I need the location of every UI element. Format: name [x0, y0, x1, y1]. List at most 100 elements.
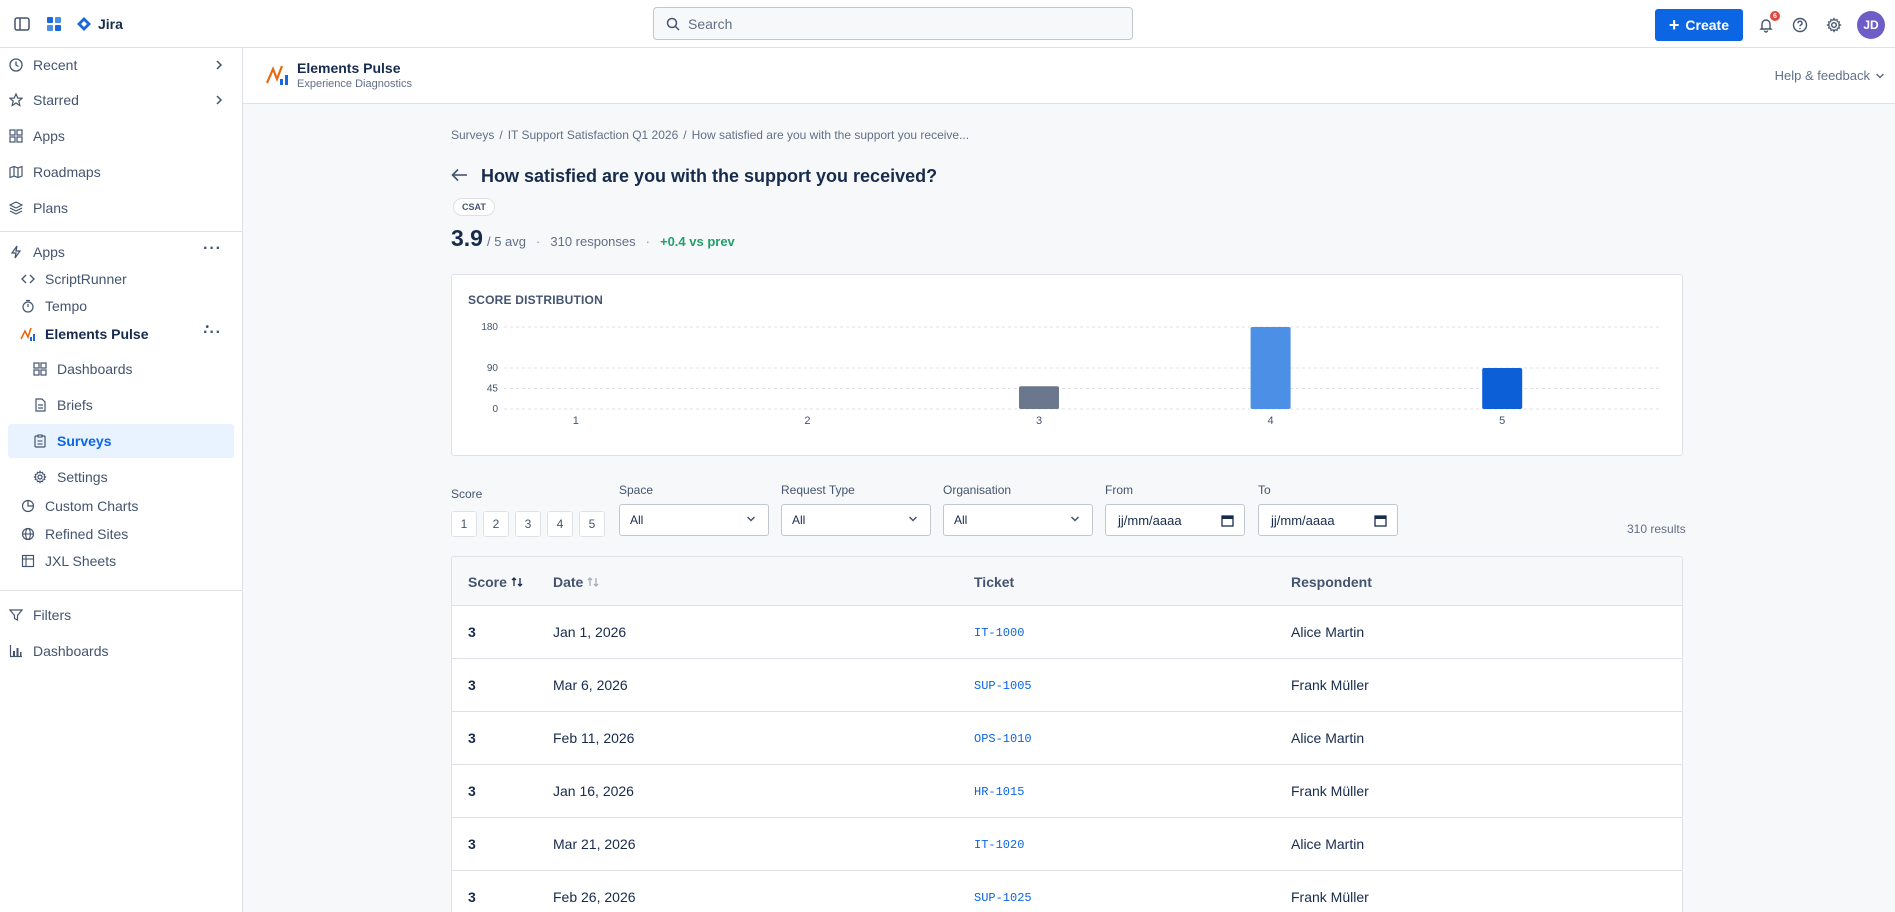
- more-icon[interactable]: ···: [203, 324, 222, 342]
- score-pill-5[interactable]: 5: [579, 511, 605, 537]
- table-row[interactable]: 3 Mar 6, 2026 SUP-1005 Frank Müller: [452, 659, 1682, 712]
- table-row[interactable]: 3 Mar 21, 2026 IT-1020 Alice Martin: [452, 818, 1682, 871]
- sidebar-item-starred[interactable]: Starred: [0, 83, 234, 117]
- more-icon[interactable]: ···: [203, 240, 222, 258]
- score-distribution-card: SCORE DISTRIBUTION 0 45 90 180 1 2 3 4 5: [451, 274, 1683, 456]
- sidebar-item-label: Plans: [33, 200, 69, 216]
- help-feedback-button[interactable]: Help & feedback: [1775, 68, 1885, 83]
- sidebar-item-label: Surveys: [57, 433, 112, 449]
- question-type-badge: CSAT: [453, 198, 495, 216]
- ticket-link[interactable]: OPS-1010: [974, 732, 1032, 746]
- sidebar-item-plans[interactable]: Plans: [0, 191, 234, 225]
- space-select[interactable]: All: [619, 504, 769, 536]
- score-pill-2[interactable]: 2: [483, 511, 509, 537]
- sidebar-item-scriptrunner[interactable]: ScriptRunner: [0, 264, 234, 294]
- cell-score: 3: [468, 624, 476, 640]
- sidebar-item-settings[interactable]: Settings: [0, 460, 234, 494]
- search-placeholder: Search: [688, 15, 733, 32]
- sidebar-toggle-icon[interactable]: [8, 10, 36, 38]
- ticket-link[interactable]: IT-1000: [974, 626, 1024, 640]
- sidebar-item-briefs[interactable]: Briefs: [0, 388, 234, 422]
- cell-respondent: Frank Müller: [1291, 783, 1369, 799]
- sidebar-item-dashboards-bottom[interactable]: Dashboards: [0, 634, 234, 668]
- chevron-down-icon: [908, 516, 918, 522]
- document-icon: [32, 397, 48, 413]
- bar-score-4[interactable]: [1250, 327, 1291, 409]
- avatar[interactable]: JD: [1857, 11, 1885, 39]
- calendar-icon[interactable]: [1374, 514, 1387, 527]
- score-pill-4[interactable]: 4: [547, 511, 573, 537]
- top-navigation: Jira Search + Create 6 JD: [0, 0, 1895, 48]
- request-type-select[interactable]: All: [781, 504, 931, 536]
- sidebar-item-label: Settings: [57, 469, 108, 485]
- chevron-down-icon: [746, 516, 756, 522]
- sidebar-item-label: Recent: [33, 57, 78, 73]
- ticket-link[interactable]: SUP-1005: [974, 679, 1032, 693]
- sidebar-item-filters[interactable]: Filters: [0, 598, 234, 632]
- table-row[interactable]: 3 Feb 11, 2026 OPS-1010 Alice Martin: [452, 712, 1682, 765]
- calendar-icon[interactable]: [1221, 514, 1234, 527]
- sidebar-item-custom-charts[interactable]: Custom Charts: [0, 491, 234, 521]
- sidebar-item-label: Dashboards: [33, 643, 109, 659]
- breadcrumb-surveys[interactable]: Surveys: [451, 128, 494, 142]
- table-row[interactable]: 3 Feb 26, 2026 SUP-1025 Frank Müller: [452, 871, 1682, 912]
- bar-score-5[interactable]: [1482, 368, 1523, 409]
- settings-button[interactable]: [1823, 14, 1845, 36]
- cell-score: 3: [468, 677, 476, 693]
- chevron-right-icon: [214, 58, 224, 74]
- apps-grid-icon: [8, 128, 24, 144]
- chevron-right-icon: [214, 93, 224, 109]
- breadcrumb-survey[interactable]: IT Support Satisfaction Q1 2026: [508, 128, 679, 142]
- responses-table: Score Date Ticket Respondent 3 Jan 1, 20…: [451, 556, 1683, 912]
- from-date-input[interactable]: jj/mm/aaaa: [1105, 504, 1245, 536]
- ticket-link[interactable]: SUP-1025: [974, 891, 1032, 905]
- cell-respondent: Alice Martin: [1291, 624, 1365, 640]
- search-input[interactable]: Search: [653, 7, 1133, 40]
- column-header-label: Score: [468, 574, 507, 590]
- organisation-select[interactable]: All: [943, 504, 1093, 536]
- table-row[interactable]: 3 Jan 16, 2026 HR-1015 Frank Müller: [452, 765, 1682, 818]
- to-date-input[interactable]: jj/mm/aaaa: [1258, 504, 1398, 536]
- score-pill-1[interactable]: 1: [451, 511, 477, 537]
- dot-separator: ·: [645, 234, 650, 249]
- cell-date: Feb 26, 2026: [553, 889, 636, 905]
- ticket-link[interactable]: IT-1020: [974, 838, 1024, 852]
- sidebar-item-surveys[interactable]: Surveys: [8, 424, 234, 458]
- score-pill-3[interactable]: 3: [515, 511, 541, 537]
- space-filter-label: Space: [619, 483, 654, 497]
- sidebar-item-apps[interactable]: Apps: [0, 119, 234, 153]
- sidebar-item-tempo[interactable]: Tempo: [0, 291, 234, 321]
- sidebar-item-recent[interactable]: Recent: [0, 48, 234, 82]
- sidebar-item-elements-pulse[interactable]: Elements Pulse • ···: [0, 318, 234, 350]
- table-row[interactable]: 3 Jan 1, 2026 IT-1000 Alice Martin: [452, 606, 1682, 659]
- create-button[interactable]: + Create: [1654, 9, 1743, 41]
- notifications-button[interactable]: 6: [1755, 11, 1780, 36]
- cell-date: Feb 11, 2026: [553, 730, 635, 746]
- sidebar-item-refined-sites[interactable]: Refined Sites: [0, 519, 234, 549]
- jira-logo[interactable]: Jira: [76, 16, 123, 32]
- timer-icon: [20, 298, 36, 314]
- column-header-date[interactable]: Date: [553, 574, 599, 590]
- ticket-link[interactable]: HR-1015: [974, 785, 1024, 799]
- lightning-icon: [8, 244, 24, 260]
- dashboard-icon: [32, 361, 48, 377]
- clipboard-icon: [32, 433, 48, 449]
- to-date-value: jj/mm/aaaa: [1271, 512, 1335, 528]
- notification-count-badge: 6: [1770, 11, 1780, 21]
- sidebar-item-roadmaps[interactable]: Roadmaps: [0, 155, 234, 189]
- app-switcher-icon[interactable]: [40, 10, 68, 38]
- sidebar-item-label: Tempo: [45, 298, 88, 314]
- column-header-score[interactable]: Score: [468, 574, 523, 590]
- sidebar-item-dashboards[interactable]: Dashboards: [0, 352, 234, 386]
- sidebar-divider: [0, 231, 243, 232]
- sidebar-item-jxl-sheets[interactable]: JXL Sheets: [0, 546, 234, 576]
- y-tick-label: 45: [487, 384, 499, 395]
- sidebar-item-label: ScriptRunner: [45, 271, 127, 287]
- help-button[interactable]: [1789, 14, 1811, 36]
- back-arrow-icon[interactable]: [451, 168, 469, 185]
- sidebar-divider: [0, 590, 243, 591]
- breadcrumb-separator: /: [499, 128, 503, 142]
- from-date-label: From: [1105, 483, 1133, 497]
- layers-icon: [8, 200, 24, 216]
- bar-score-3[interactable]: [1019, 386, 1059, 409]
